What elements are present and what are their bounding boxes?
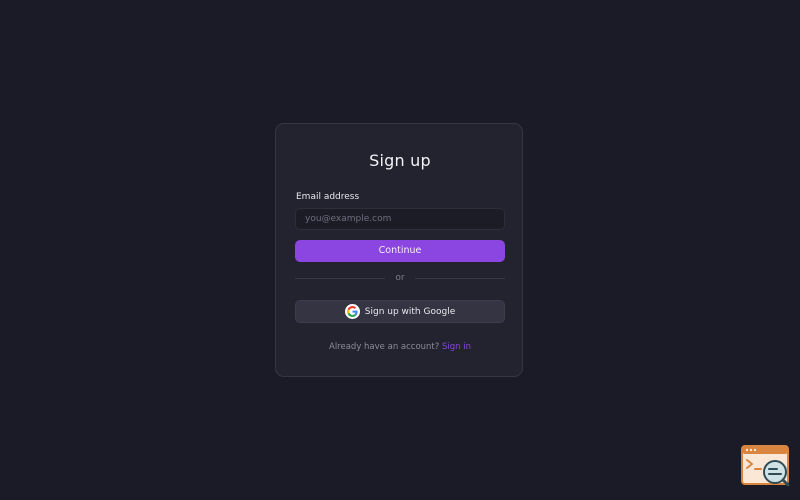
divider-line-right	[415, 278, 505, 279]
divider: or	[295, 272, 505, 284]
continue-button[interactable]: Continue	[295, 240, 505, 262]
signin-link[interactable]: Sign in	[442, 342, 471, 352]
email-field[interactable]	[295, 208, 505, 230]
google-signup-button[interactable]: Sign up with Google	[295, 300, 505, 323]
page-title: Sign up	[369, 151, 431, 170]
signin-prompt: Already have an account? Sign in	[276, 342, 524, 352]
google-icon	[344, 304, 360, 319]
footer-text: Already have an account?	[329, 342, 440, 352]
google-button-label: Sign up with Google	[364, 306, 456, 317]
email-label: Email address	[296, 192, 360, 202]
page: Sign up Email address Continue or Sign u…	[0, 0, 800, 500]
debug-console-icon[interactable]	[741, 445, 791, 487]
signup-card: Sign up Email address Continue or Sign u…	[275, 123, 523, 377]
